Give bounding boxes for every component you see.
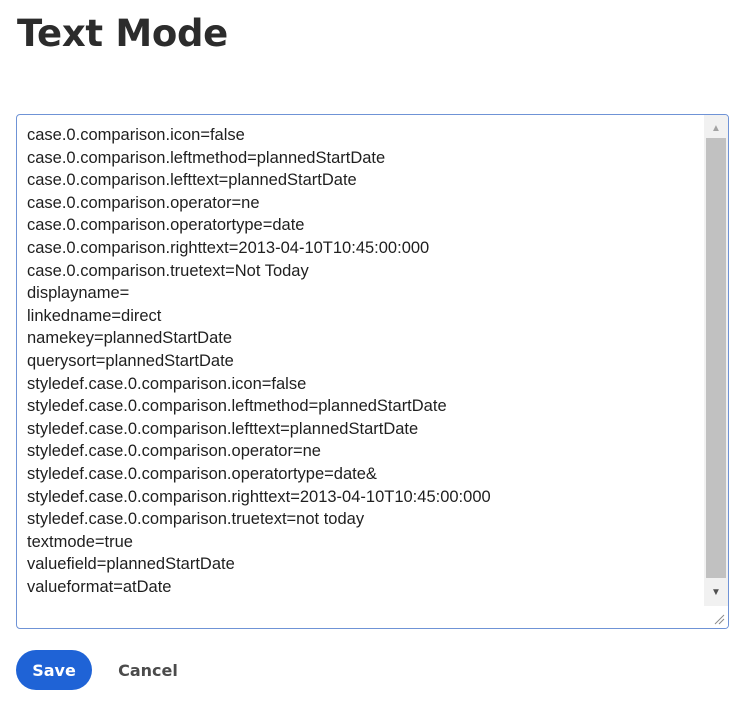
editor-line: case.0.comparison.lefttext=plannedStartD…	[27, 171, 357, 190]
editor-line: valuefield=plannedStartDate	[27, 555, 235, 574]
editor-line: valueformat=atDate	[27, 577, 172, 596]
editor-content[interactable]: case.0.comparison.icon=false case.0.compa…	[27, 124, 702, 628]
save-button[interactable]: Save	[16, 650, 92, 690]
scroll-down-arrow-icon[interactable]: ▼	[704, 581, 728, 603]
resize-grip-icon[interactable]	[704, 606, 728, 628]
editor-line: styledef.case.0.comparison.lefttext=plan…	[27, 419, 419, 438]
editor-line: styledef.case.0.comparison.leftmethod=pl…	[27, 397, 447, 416]
editor-line: styledef.case.0.comparison.operatortype=…	[27, 464, 377, 483]
text-mode-page: Text Mode case.0.comparison.icon=false ca…	[0, 0, 750, 704]
editor-line: namekey=plannedStartDate	[27, 329, 233, 348]
editor-line: styledef.case.0.comparison.righttext=201…	[27, 487, 491, 506]
editor-line: linkedname=direct	[27, 306, 162, 325]
scroll-up-arrow-icon[interactable]: ▲	[704, 117, 728, 139]
editor-line: displayname=	[27, 284, 130, 303]
editor-line: querysort=plannedStartDate	[27, 351, 234, 370]
scroll-thumb[interactable]	[706, 138, 726, 578]
editor-line: styledef.case.0.comparison.operator=ne	[27, 442, 321, 461]
editor-scrollbar[interactable]: ▲ ▼	[704, 115, 728, 628]
editor-line: case.0.comparison.righttext=2013-04-10T1…	[27, 238, 430, 257]
page-title: Text Mode	[17, 12, 228, 55]
editor-line: textmode=true	[27, 532, 133, 551]
editor-line: styledef.case.0.comparison.truetext=not …	[27, 510, 365, 529]
text-mode-editor[interactable]: case.0.comparison.icon=false case.0.compa…	[16, 114, 729, 629]
editor-line: case.0.comparison.icon=false	[27, 126, 245, 144]
editor-line: styledef.case.0.comparison.icon=false	[27, 374, 307, 393]
editor-line: case.0.comparison.truetext=Not Today	[27, 261, 309, 280]
editor-line: case.0.comparison.leftmethod=plannedStar…	[27, 148, 386, 167]
editor-line: case.0.comparison.operator=ne	[27, 193, 260, 212]
cancel-button[interactable]: Cancel	[108, 650, 188, 690]
editor-line: case.0.comparison.operatortype=date	[27, 216, 305, 235]
